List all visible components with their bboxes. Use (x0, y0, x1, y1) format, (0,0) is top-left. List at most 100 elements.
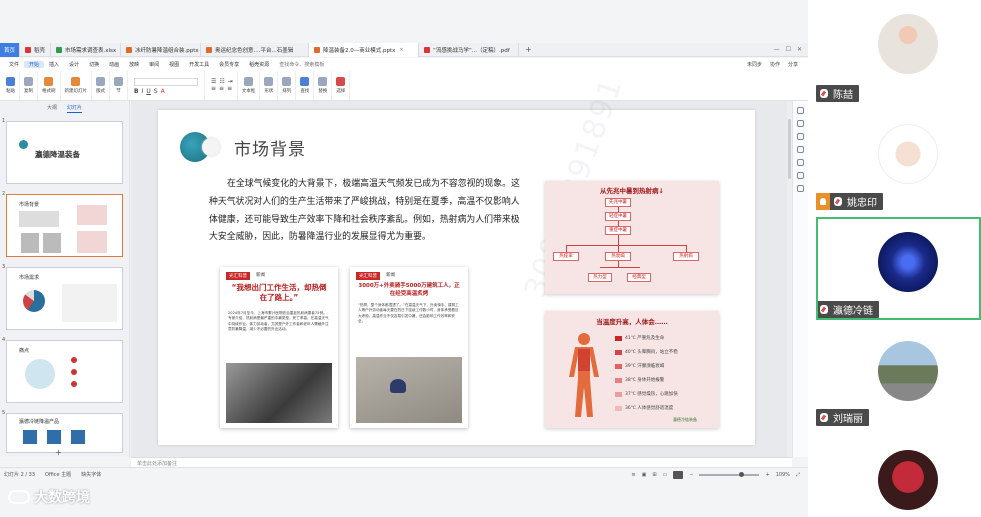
menu-developer[interactable]: 开发工具 (184, 61, 214, 68)
play-slideshow-button[interactable] (673, 470, 684, 479)
arrange-button[interactable]: 排列 (278, 70, 297, 100)
paste-button[interactable]: 粘贴 (2, 70, 20, 100)
notes-toggle-icon[interactable]: ≡ (631, 472, 635, 478)
property-icon[interactable] (797, 107, 804, 114)
menu-slideshow[interactable]: 放映 (124, 61, 144, 68)
strike-icon[interactable]: S (154, 88, 158, 95)
close-tab-icon[interactable]: ✕ (399, 47, 403, 53)
street-photo (226, 363, 332, 423)
connector (600, 267, 640, 268)
body-temperature-infographic[interactable]: 当温度升高，人体会…… 41℃ 严重危及生命 40℃ 头晕胸闷，站立不稳 39℃… (545, 311, 719, 428)
menu-transition[interactable]: 切换 (84, 61, 104, 68)
help-icon[interactable] (797, 185, 804, 192)
menu-design[interactable]: 设计 (64, 61, 84, 68)
tab-cooling-equipment-pptx[interactable]: 降温装备2.0—商业模式.pptx ✕ (309, 42, 420, 57)
fit-window-icon[interactable]: ⤢ (796, 472, 800, 478)
thumbnail-image: 市场需求 (6, 267, 123, 330)
align-left-icon[interactable]: ≡ (211, 85, 216, 92)
bullet-list-icon[interactable]: ☰ (211, 78, 216, 85)
add-slide-icon[interactable]: + (55, 448, 62, 457)
zoom-out-icon[interactable]: − (689, 472, 693, 478)
replace-button[interactable]: 替换 (314, 70, 333, 100)
number-list-icon[interactable]: ☷ (219, 78, 224, 85)
find-button[interactable]: 查找 (296, 70, 315, 100)
tab-label: 奥运纪念色创意....平台...石墨辑 (215, 47, 294, 54)
tab-olympic-pptx[interactable]: 奥运纪念色创意....平台...石墨辑 (201, 42, 310, 57)
new-tab-icon[interactable]: + (525, 45, 532, 54)
textbox-button[interactable]: 文本框 (238, 70, 261, 100)
italic-icon[interactable]: I (142, 88, 144, 95)
slide-paragraph[interactable]: 在全球气候变化的大背景下，极端高温天气频发已成为不容忽视的现象。这种天气状况对人… (209, 176, 527, 247)
select-button[interactable]: 选择 (332, 70, 351, 100)
menu-member[interactable]: 会员专享 (214, 61, 244, 68)
menu-start[interactable]: 开始 (24, 60, 45, 68)
slide-thumbnail[interactable]: 3 市场需求 (0, 264, 130, 334)
command-search[interactable]: 查找命令、搜索模板 (274, 61, 329, 68)
format-pane-icon[interactable] (797, 120, 804, 127)
heatstroke-progression-diagram[interactable]: 从先兆中暑到热射病↓ 先兆中暑 轻症中暑 重症中暑 热痉挛 热衰竭 热射病 热力… (545, 181, 719, 294)
settings-icon[interactable] (797, 172, 804, 179)
menu-review[interactable]: 审阅 (144, 61, 164, 68)
slide-title[interactable]: 市场背景 (234, 135, 306, 160)
underline-icon[interactable]: U (146, 88, 150, 95)
slide-thumbnail[interactable]: 1 瀛德降温装备 (0, 118, 130, 188)
share-button[interactable]: 分享 (788, 61, 798, 68)
news-card-left[interactable]: 光汇科普 新闻 “我想出门工作生活，却热倒在了路上。” 2024年7月至今，上海… (220, 267, 338, 428)
new-slide-button[interactable]: 新建幻灯片 (61, 70, 92, 100)
thumbnail-image: 痛点 (6, 340, 123, 403)
collaborate-button[interactable]: 协作 (770, 61, 780, 68)
menu-daoke-resources[interactable]: 稻壳资源 (244, 61, 274, 68)
home-tab[interactable]: 首页 (0, 42, 20, 57)
format-painter-button[interactable]: 格式刷 (38, 70, 61, 100)
thumb-title: 瀛德冷链降温产品 (19, 419, 60, 425)
tab-market-survey-xlsx[interactable]: 市场需求调查表.xlsx (51, 42, 122, 57)
missing-font-indicator[interactable]: 缺失字体 (81, 471, 101, 478)
sync-status[interactable]: 未同步 (747, 61, 762, 68)
scroll-thumb[interactable] (788, 119, 791, 179)
shape-button[interactable]: 形状 (260, 70, 279, 100)
copy-button[interactable]: 复制 (20, 70, 38, 100)
tab-cooling-combo-pptx[interactable]: 冰纤防暑降温组合装.pptx (121, 42, 202, 57)
bold-icon[interactable]: B (134, 88, 139, 95)
slide-thumbnail-selected[interactable]: 2 市场背景 (0, 191, 130, 261)
notes-pane[interactable]: 单击此处添加备注 (131, 457, 792, 467)
indent-icon[interactable]: ⇥ (228, 78, 233, 85)
list-row: ☰ ☷ ⇥ (209, 78, 233, 85)
minimize-icon[interactable]: — (774, 46, 780, 53)
align-right-icon[interactable]: ≡ (227, 85, 232, 92)
picture-icon[interactable] (797, 159, 804, 166)
temp-text: 36℃ 人体感觉舒适温度 (625, 406, 674, 411)
menu-view[interactable]: 视图 (164, 61, 184, 68)
reading-view-icon[interactable]: ▭ (663, 472, 668, 478)
normal-view-icon[interactable]: ▣ (642, 472, 647, 478)
animation-icon[interactable] (797, 133, 804, 140)
menu-animation[interactable]: 动画 (104, 61, 124, 68)
align-center-icon[interactable]: ≡ (219, 85, 224, 92)
zoom-slider[interactable] (699, 471, 760, 477)
current-slide[interactable]: 30022391891 市场背景 在全球气候变化的大背景下，极端高温天气频发已成… (158, 73, 755, 445)
zoom-level[interactable]: 109% (776, 472, 790, 478)
tab-wps-daoke[interactable]: 稻壳 (20, 42, 52, 57)
font-color-icon[interactable]: A (161, 88, 165, 95)
menu-file[interactable]: 文件 (4, 61, 24, 68)
font-family-select[interactable] (134, 77, 198, 86)
sorter-view-icon[interactable]: ⊞ (652, 472, 656, 478)
style-icon[interactable] (797, 146, 804, 153)
zoom-handle[interactable] (739, 471, 745, 477)
card-source: 新闻 (256, 273, 265, 278)
tab-outline[interactable]: 大纲 (47, 104, 57, 113)
participant-name-tag: 姚忠印 (816, 193, 883, 210)
tab-slides[interactable]: 幻灯片 (67, 104, 83, 113)
close-window-icon[interactable]: ✕ (797, 46, 802, 53)
status-bar: 幻灯片 2 / 33 Office 主题 缺失字体 ≡ ▣ ⊞ ▭ − + 10… (0, 467, 808, 481)
maximize-icon[interactable]: ☐ (786, 46, 791, 53)
select-icon (336, 76, 346, 86)
zoom-in-icon[interactable]: + (765, 472, 769, 478)
tab-pdf[interactable]: “流感挑战马学”...（定稿）.pdf (419, 42, 520, 57)
slide-thumbnail[interactable]: 4 痛点 (0, 337, 130, 407)
worker-photo (356, 357, 462, 423)
layout-button[interactable]: 版式 (92, 70, 110, 100)
news-card-right[interactable]: 光汇科普 新闻 3000万+外卖骑手5000万建筑工人，正在经受高温炙烤 “热啊… (350, 267, 468, 428)
section-button[interactable]: 节 (110, 70, 128, 100)
menu-insert[interactable]: 插入 (44, 61, 64, 68)
